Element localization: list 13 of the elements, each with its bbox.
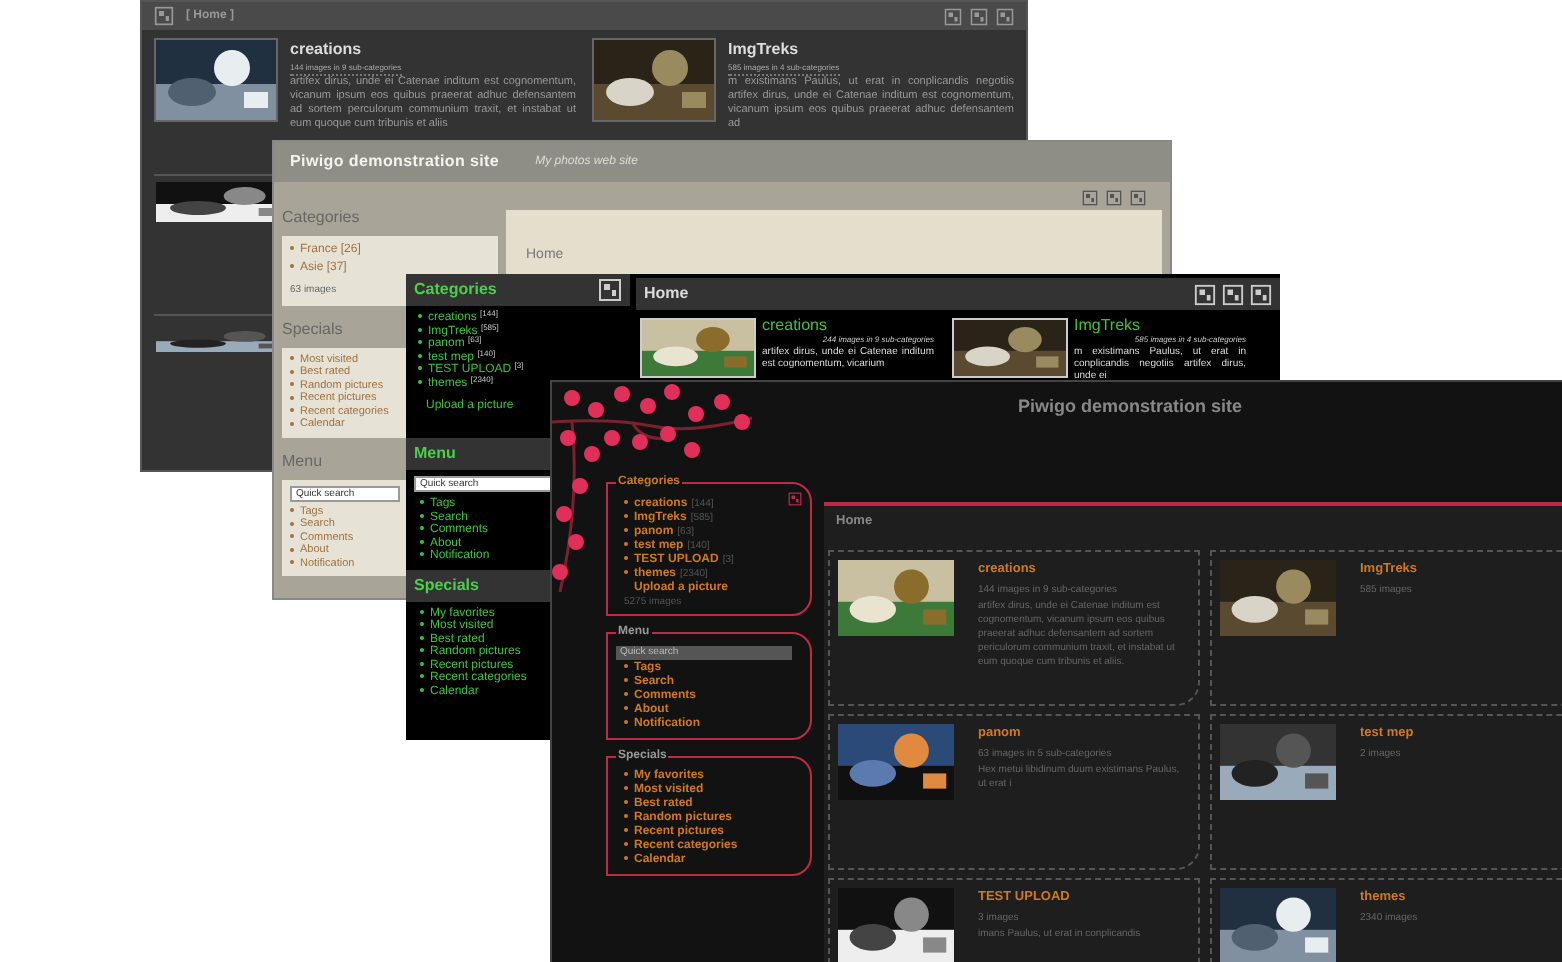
site-title[interactable]: Piwigo demonstration site (290, 150, 500, 174)
album-title[interactable]: ImgTreks (1074, 318, 1141, 334)
section-heading: Categories (282, 206, 360, 230)
section-heading: Menu (414, 442, 456, 466)
section-heading: Specials (414, 573, 479, 597)
section-heading: Categories (414, 278, 497, 302)
breadcrumb[interactable]: Home (644, 282, 689, 306)
album-title[interactable]: creations (762, 318, 827, 334)
album-title[interactable]: creations (290, 38, 362, 62)
site-title[interactable]: Piwigo demonstration site (1017, 394, 1242, 421)
section-heading: Specials (282, 317, 343, 341)
album-title[interactable]: ImgTreks (728, 38, 799, 62)
section-heading: Menu (282, 449, 323, 473)
